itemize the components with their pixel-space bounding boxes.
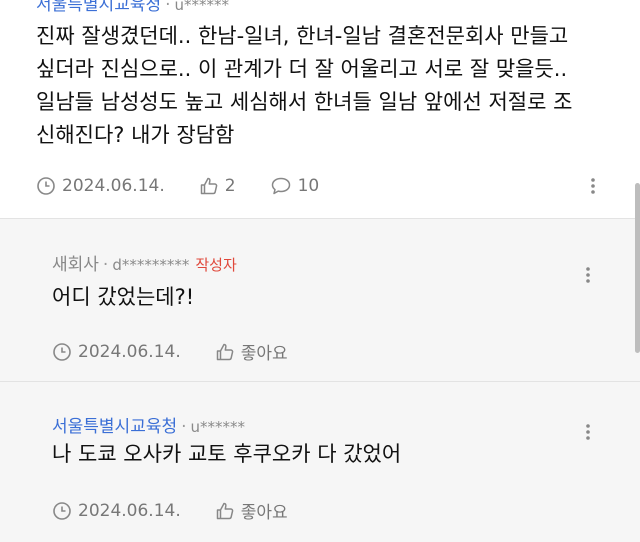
comment-text: 진짜 잘생겼던데.. 한남-일녀, 한녀-일남 결혼전문회사 만들고 싶더라 진… xyxy=(36,20,572,152)
reply-meta: 2024.06.14. 좋아요 xyxy=(52,498,288,523)
clock-icon xyxy=(36,176,56,196)
author-name[interactable]: 서울특별시교육청 xyxy=(52,417,177,437)
reply-author[interactable]: 새회사 · d********* 작성자 xyxy=(52,250,237,275)
author-name[interactable]: 서울특별시교육청 xyxy=(36,0,161,15)
comment-author[interactable]: 서울특별시교육청 · u****** xyxy=(36,0,229,15)
reply-date: 2024.06.14. xyxy=(78,500,181,521)
comment-meta: 2024.06.14. 2 10 xyxy=(36,176,319,196)
reply: 서울특별시교육청 · u****** 나 도쿄 오사카 교토 후쿠오카 다 갔었어 … xyxy=(0,382,640,542)
reply-date: 2024.06.14. xyxy=(78,341,181,362)
speech-bubble-icon xyxy=(270,176,292,196)
reply-text: 나 도쿄 오사카 교토 후쿠오카 다 갔었어 xyxy=(52,442,402,466)
separator-dot: · xyxy=(102,255,109,275)
clock-icon xyxy=(52,501,72,521)
clock-icon xyxy=(52,342,72,362)
writer-badge: 작성자 xyxy=(195,256,237,274)
reply-author[interactable]: 서울특별시교육청 · u****** xyxy=(52,412,245,437)
like-button[interactable]: 좋아요 xyxy=(215,339,288,364)
reply-text: 어디 갔었는데?! xyxy=(52,285,195,309)
reply: 새회사 · d********* 작성자 어디 갔었는데?! 2024.06.14. … xyxy=(0,219,640,381)
author-id: u****** xyxy=(174,0,230,14)
comment-line: 싶더라 진심으로.. 이 관계가 더 잘 어울리고 서로 잘 맞을듯.. xyxy=(36,57,568,81)
like-button[interactable]: 2 xyxy=(199,176,236,196)
like-label: 좋아요 xyxy=(240,344,288,364)
reply-button[interactable]: 10 xyxy=(270,176,320,196)
more-options-icon[interactable] xyxy=(576,265,600,285)
reply-meta: 2024.06.14. 좋아요 xyxy=(52,339,288,364)
thumbs-up-icon xyxy=(199,176,219,196)
comment-line: 신해진다? 내가 장담함 xyxy=(36,123,235,147)
separator-dot: · xyxy=(181,417,187,437)
reply-count: 10 xyxy=(297,176,320,196)
author-name[interactable]: 새회사 xyxy=(52,255,99,275)
thumbs-up-icon xyxy=(215,501,235,521)
like-count: 2 xyxy=(224,176,236,196)
comment-date: 2024.06.14. xyxy=(62,176,165,196)
more-options-icon[interactable] xyxy=(576,422,600,442)
comment-line: 일남들 남성성도 높고 세심해서 한녀들 일남 앞에선 저절로 조 xyxy=(36,90,573,114)
author-id: d********* xyxy=(112,256,190,274)
comment: 서울특별시교육청 · u****** 진짜 잘생겼던데.. 한남-일녀, 한녀-일남… xyxy=(0,0,640,218)
more-options-icon[interactable] xyxy=(581,176,605,196)
scrollbar[interactable] xyxy=(635,183,640,353)
author-id: u****** xyxy=(190,418,246,436)
separator-dot: · xyxy=(165,0,171,15)
like-label: 좋아요 xyxy=(240,503,288,523)
thumbs-up-icon xyxy=(215,342,235,362)
comment-line: 진짜 잘생겼던데.. 한남-일녀, 한녀-일남 결혼전문회사 만들고 xyxy=(36,24,569,48)
like-button[interactable]: 좋아요 xyxy=(215,498,288,523)
